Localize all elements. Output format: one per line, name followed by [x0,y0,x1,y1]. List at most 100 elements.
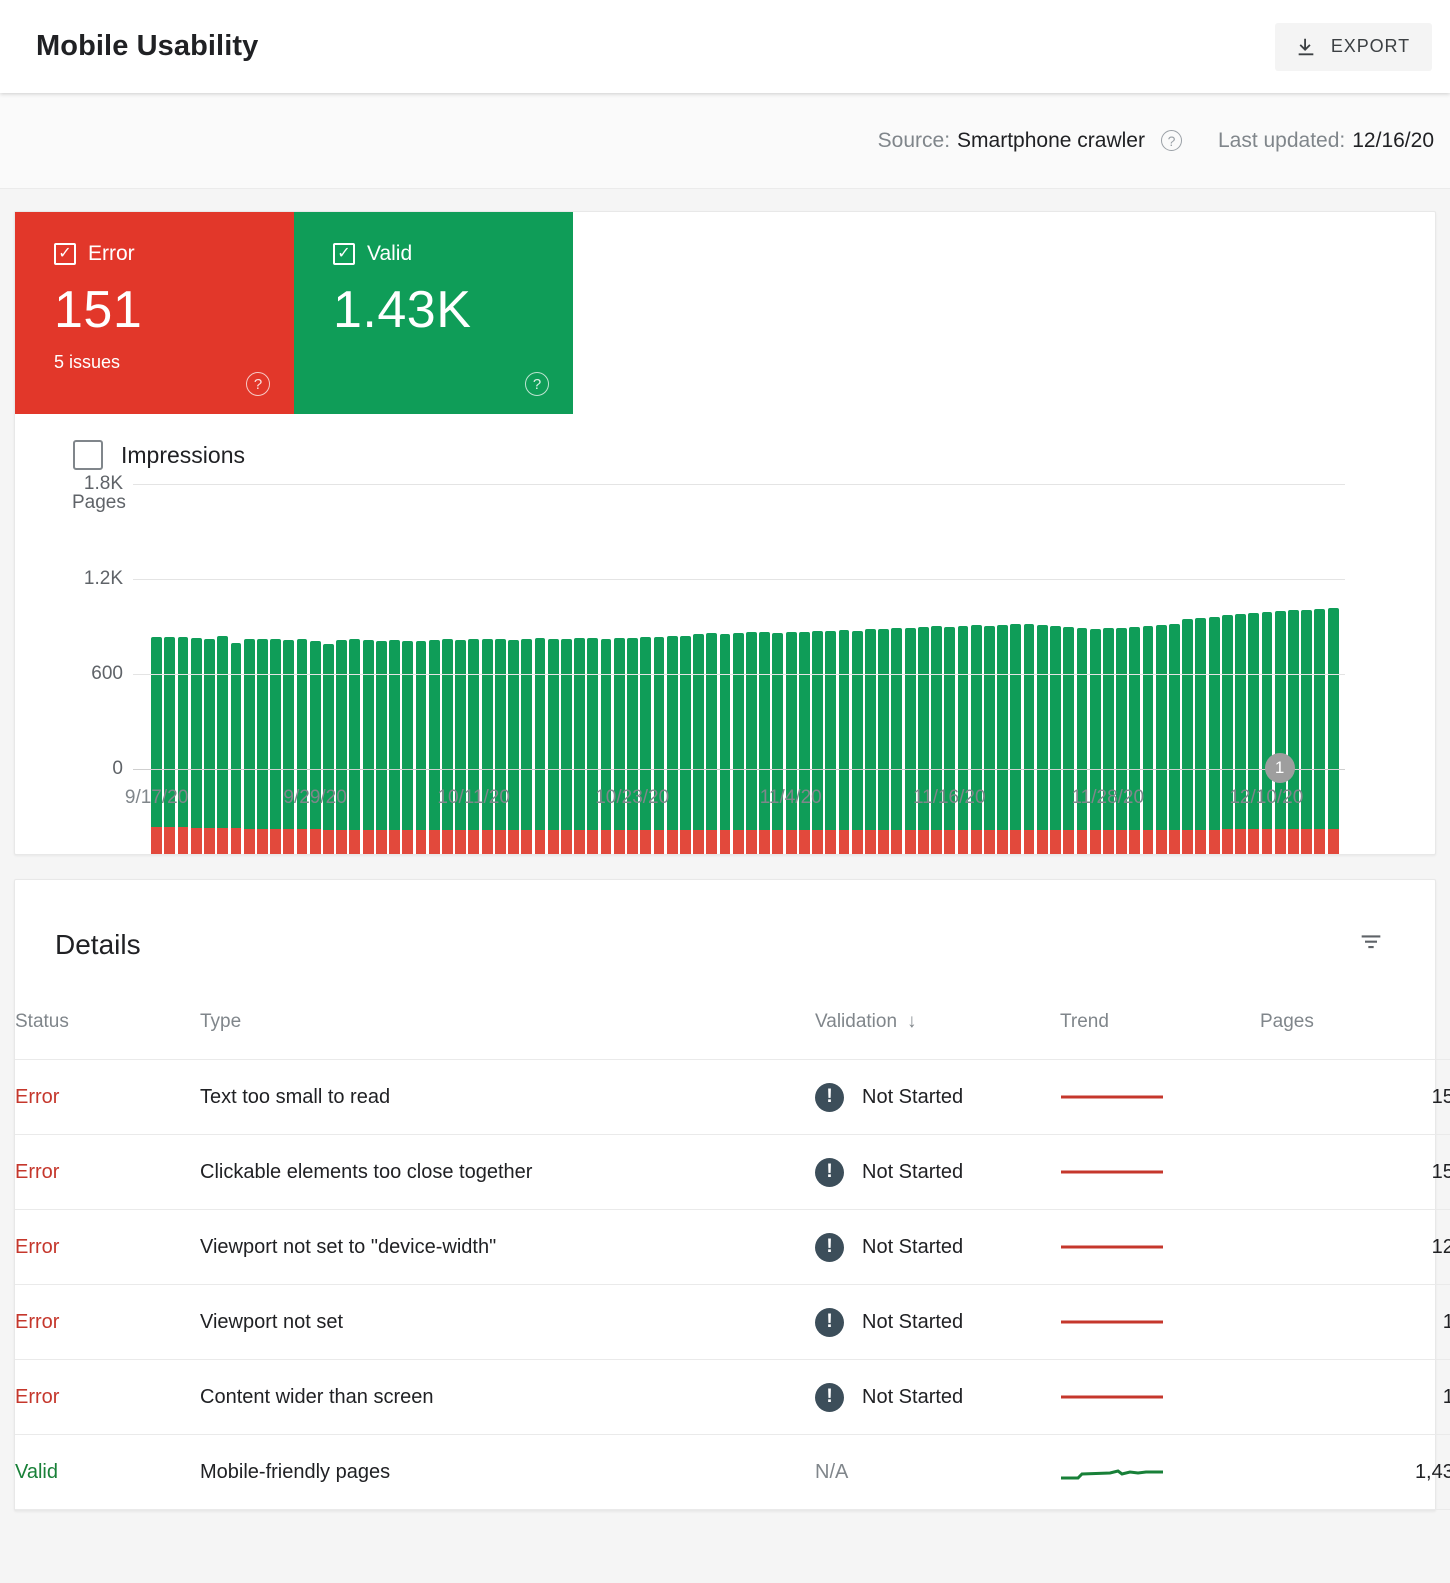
help-icon[interactable]: ? [1161,130,1182,151]
table-row[interactable]: ErrorText too small to read!Not Started1… [15,1060,1450,1135]
cell-pages: 16 [1260,1285,1450,1360]
column-header-type[interactable]: Type [200,1011,815,1060]
export-button[interactable]: EXPORT [1275,23,1432,71]
error-tile-label: Error [88,242,135,266]
validation-status: !Not Started [815,1383,1060,1412]
cell-status: Error [15,1360,200,1435]
chart-bar-segment-error [495,830,506,854]
cell-type: Clickable elements too close together [200,1135,815,1210]
chart-gridline [133,674,1345,675]
chart-bar-segment-error [1103,830,1114,854]
table-row[interactable]: ErrorClickable elements too close togeth… [15,1135,1450,1210]
chart-bar-segment-error [640,830,651,854]
cell-status: Error [15,1210,200,1285]
filter-icon[interactable] [1349,920,1393,969]
chart-y-tick-3: 0 [112,758,123,780]
column-header-pages[interactable]: Pages [1260,1011,1450,1060]
chart-bar-segment-error [1063,830,1074,854]
chart-bar-segment-error [416,830,427,854]
chart-bar-segment-error [442,830,453,854]
column-header-trend[interactable]: Trend [1060,1011,1260,1060]
chart-bar-segment-error [1235,829,1246,854]
summary-tile-error[interactable]: ✓ Error 151 5 issues ? [15,212,294,414]
chart-gridline [133,579,1345,580]
cell-validation: !Not Started [815,1285,1060,1360]
chart-x-tick-6: 11/28/20 [1072,787,1145,809]
error-checkbox[interactable]: ✓ [54,243,76,265]
cell-status: Error [15,1060,200,1135]
chart-bar-segment-error [825,830,836,854]
chart-bar-segment-error [1077,830,1088,854]
chart-bar-segment-error [1169,830,1180,854]
status-badge: Error [15,1386,59,1408]
cell-type: Viewport not set to "device-width" [200,1210,815,1285]
trend-sparkline [1060,1311,1164,1333]
chart-bar-segment-error [746,830,757,854]
cell-trend [1060,1135,1260,1210]
chart-bar-segment-error [759,830,770,854]
alert-icon: ! [815,1233,844,1262]
chart-bar-segment-error [1262,829,1273,854]
validation-status: !Not Started [815,1308,1060,1337]
cell-type: Text too small to read [200,1060,815,1135]
chart-y-tick-0: 1.8K [84,473,123,495]
chart-bar-segment-error [310,829,321,854]
chart-bar-segment-error [1129,830,1140,854]
validation-label: Not Started [862,1236,963,1259]
impressions-checkbox[interactable] [73,440,103,470]
chart-bar-segment-error [706,830,717,854]
chart-bar-segment-error [482,830,493,854]
chart-bar-segment-error [1222,829,1233,854]
chart-bar-segment-error [1275,829,1286,854]
page-content: ✓ Error 151 5 issues ? ✓ Valid 1.43K ? I… [0,189,1450,1511]
chart-bar-segment-error [257,829,268,854]
chart-bar-segment-error [680,830,691,854]
chart-x-tick-1: 9/29/20 [283,787,346,809]
table-row[interactable]: ErrorContent wider than screen!Not Start… [15,1360,1450,1435]
chart-bar-segment-error [839,830,850,854]
download-icon [1295,36,1317,58]
chart-bar-segment-error [799,830,810,854]
chart-bar-segment-error [786,830,797,854]
validation-label: Not Started [862,1386,963,1409]
chart-annotation-marker[interactable]: 1 [1265,753,1295,783]
alert-icon: ! [815,1308,844,1337]
chart-bar-segment-error [1301,829,1312,854]
chart-x-tick-4: 11/4/20 [760,787,822,809]
chart-bar-segment-error [283,829,294,854]
source-group: Source: Smartphone crawler ? [878,129,1182,153]
chart-x-tick-7: 12/10/20 [1229,787,1303,809]
chart-bar-segment-error [191,828,202,854]
chart-bar-segment-error [535,830,546,854]
trend-sparkline [1060,1236,1164,1258]
summary-tile-valid[interactable]: ✓ Valid 1.43K ? [294,212,573,414]
valid-help-icon[interactable]: ? [525,372,549,396]
chart-bar-segment-error [812,830,823,854]
chart-bar-segment-error [270,829,281,854]
table-row[interactable]: ErrorViewport not set!Not Started16 [15,1285,1450,1360]
chart-bar-segment-error [548,830,559,854]
chart-y-tick-2: 600 [91,663,123,685]
cell-pages: 122 [1260,1210,1450,1285]
chart-bar-segment-error [733,830,744,854]
chart-bar-segment-error [151,827,162,854]
column-header-status[interactable]: Status [15,1011,200,1060]
summary-tiles: ✓ Error 151 5 issues ? ✓ Valid 1.43K ? [15,212,1435,414]
status-badge: Error [15,1086,59,1108]
chart-bar-segment-error [1024,830,1035,854]
chart-bar-segment-error [971,830,982,854]
impressions-toggle[interactable]: Impressions [15,414,1435,470]
chart-bar-segment-error [1156,830,1167,854]
source-value: Smartphone crawler [957,129,1145,153]
cell-trend [1060,1210,1260,1285]
cell-status: Valid [15,1435,200,1510]
error-help-icon[interactable]: ? [246,372,270,396]
table-row[interactable]: ValidMobile-friendly pagesN/A1,434 [15,1435,1450,1510]
chart-bar-segment-error [1288,829,1299,854]
valid-checkbox[interactable]: ✓ [333,243,355,265]
table-row[interactable]: ErrorViewport not set to "device-width"!… [15,1210,1450,1285]
chart-bar-segment-error [1143,830,1154,854]
chart-bar-segment-error [918,830,929,854]
chart-bar-segment-error [204,828,215,854]
column-header-validation[interactable]: Validation↓ [815,1011,1060,1060]
